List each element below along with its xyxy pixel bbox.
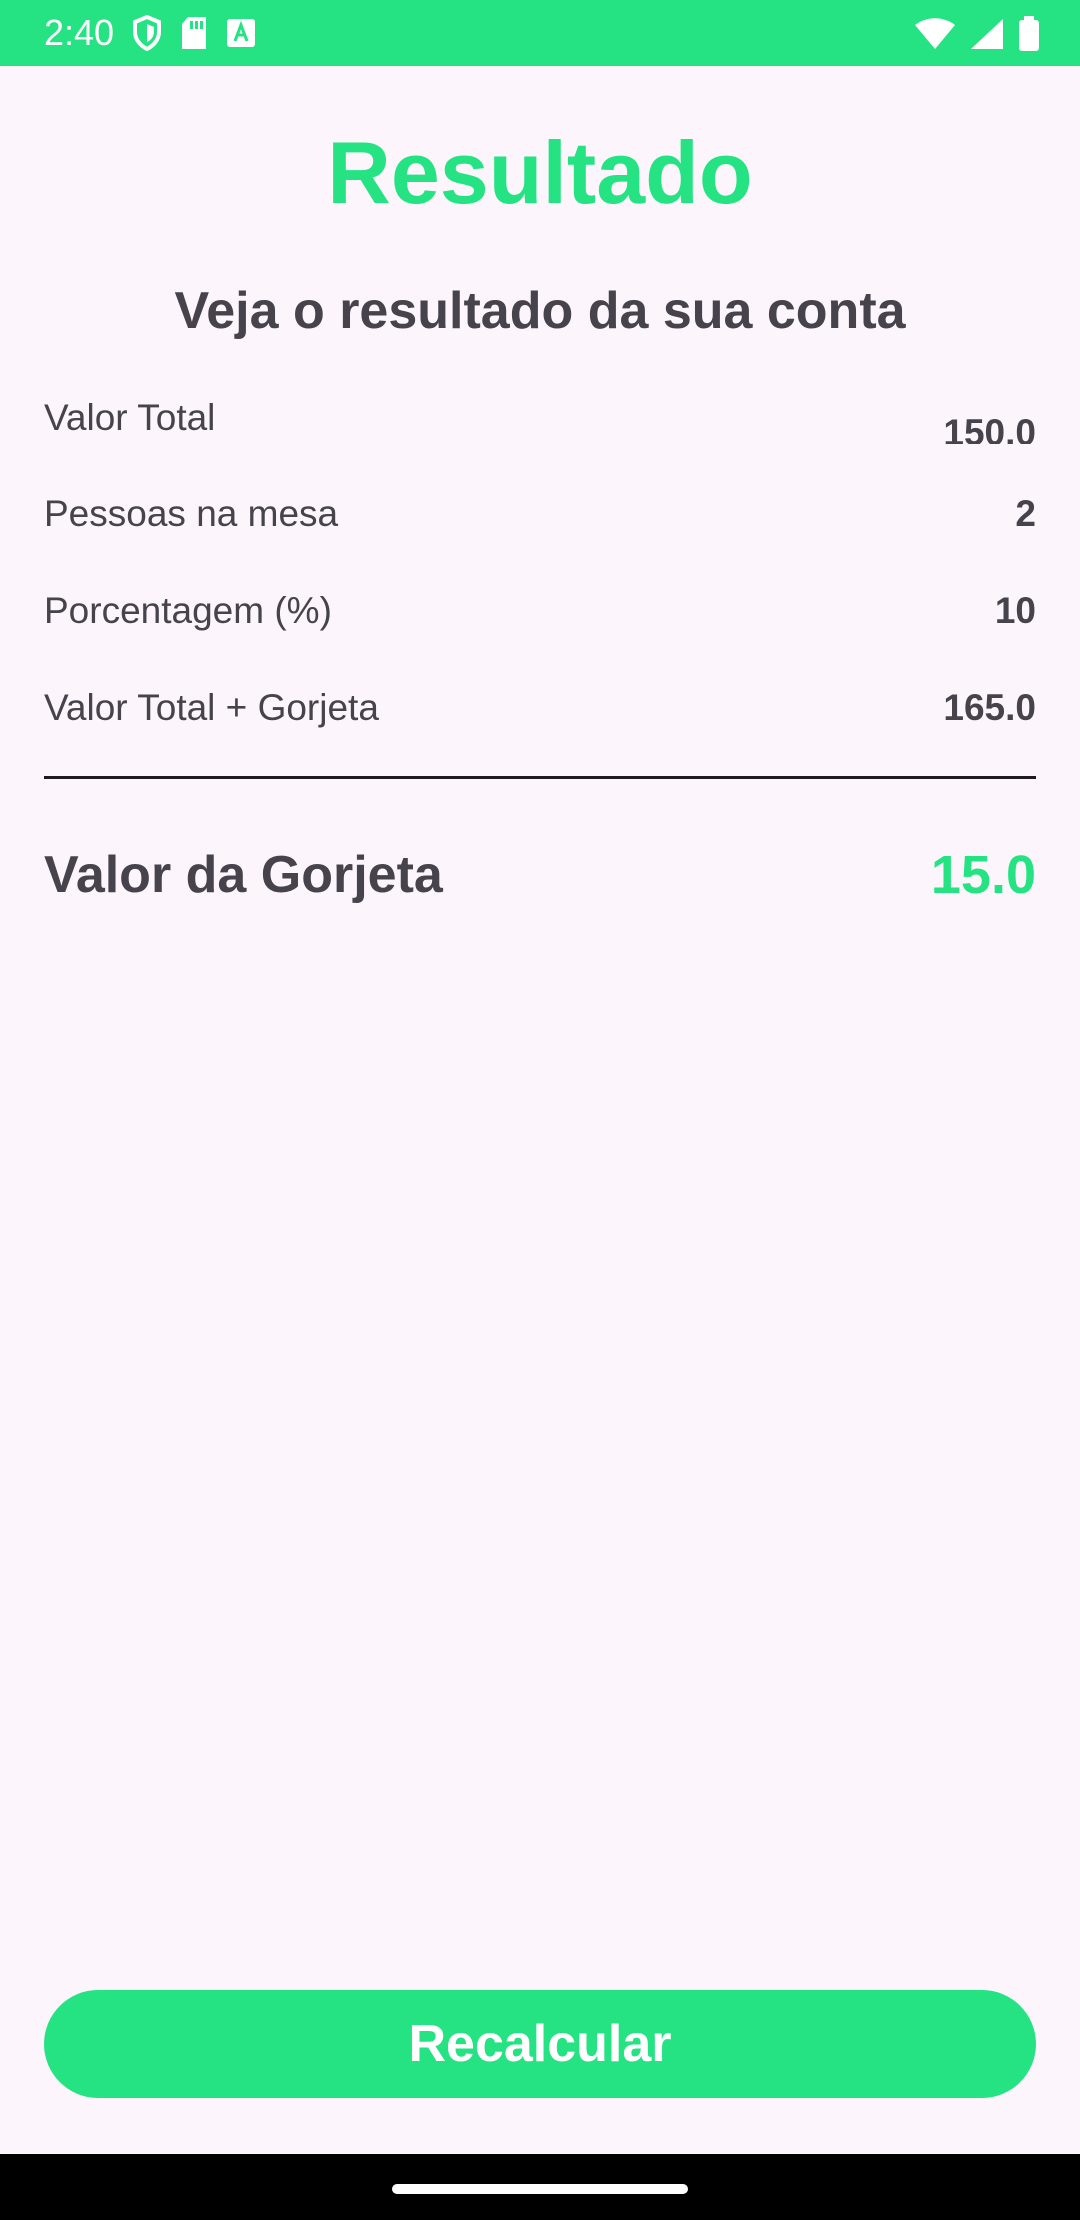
row-label: Pessoas na mesa xyxy=(44,493,339,534)
row-percentage: Porcentagem (%) 10 xyxy=(44,581,1036,641)
font-a-icon xyxy=(226,18,256,48)
status-left: 2:40 xyxy=(44,10,256,56)
row-value: 150.0 xyxy=(943,414,1036,444)
row-people: Pessoas na mesa 2 xyxy=(44,484,1036,544)
status-right xyxy=(914,12,1040,56)
status-bar: 2:40 xyxy=(0,0,1080,66)
page-title: Resultado xyxy=(327,123,753,222)
row-value: 165.0 xyxy=(943,687,1036,728)
tip-value: 15.0 xyxy=(930,845,1036,905)
row-label: Valor Total + Gorjeta xyxy=(44,687,379,728)
home-handle[interactable] xyxy=(392,2184,688,2194)
row-label: Porcentagem (%) xyxy=(44,590,332,631)
row-total-value: Valor Total xyxy=(44,388,1036,448)
sd-card-icon xyxy=(180,16,208,50)
row-total-with-tip: Valor Total + Gorjeta 165.0 xyxy=(44,678,1036,738)
cell-signal-icon xyxy=(970,18,1004,50)
status-time: 2:40 xyxy=(44,12,115,53)
row-value-clip: 150.0 xyxy=(943,414,1036,444)
shield-icon xyxy=(132,15,162,51)
navigation-bar xyxy=(0,2154,1080,2220)
wifi-icon xyxy=(914,18,956,50)
tip-label: Valor da Gorjeta xyxy=(44,846,443,904)
page-subtitle: Veja o resultado da sua conta xyxy=(174,282,906,340)
recalculate-button[interactable]: Recalcular xyxy=(44,1990,1036,2098)
battery-icon xyxy=(1018,16,1040,52)
row-value: 10 xyxy=(994,590,1036,631)
divider xyxy=(44,776,1036,779)
row-label: Valor Total xyxy=(44,397,216,438)
row-value: 2 xyxy=(1015,493,1036,534)
